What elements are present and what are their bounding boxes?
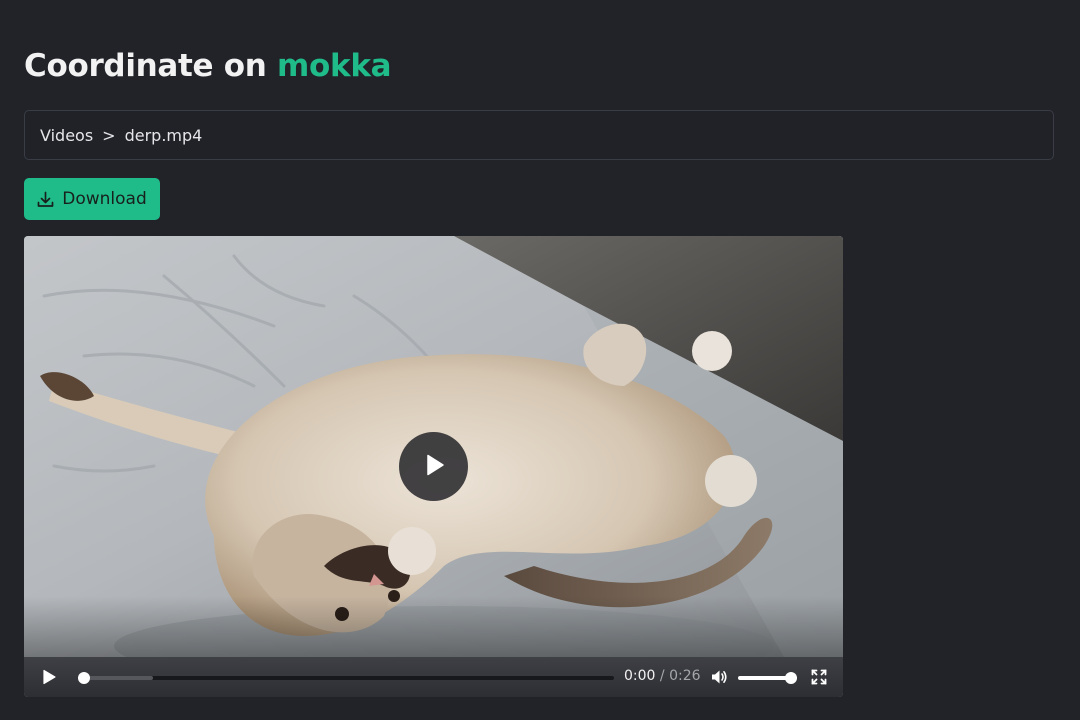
- volume-icon[interactable]: [710, 668, 728, 690]
- seek-thumb[interactable]: [78, 672, 90, 684]
- page-title: Coordinate on mokka: [24, 48, 392, 84]
- time-separator: /: [659, 668, 665, 684]
- brand-name: mokka: [277, 48, 392, 84]
- seek-bar[interactable]: [78, 672, 614, 684]
- volume-thumb[interactable]: [785, 672, 797, 684]
- breadcrumb-separator: >: [102, 125, 116, 145]
- current-time: 0:00: [624, 668, 656, 684]
- duration: 0:26: [669, 668, 701, 684]
- fullscreen-icon[interactable]: [811, 669, 827, 689]
- play-icon: [421, 452, 447, 482]
- video-controls: 0:00 / 0:26: [24, 657, 843, 697]
- download-icon: [37, 191, 54, 208]
- breadcrumb: Videos > derp.mp4: [24, 110, 1054, 160]
- time-display: 0:00 / 0:26: [624, 668, 701, 684]
- download-button-label: Download: [62, 189, 147, 209]
- page-title-prefix: Coordinate on: [24, 48, 267, 84]
- breadcrumb-item-current: derp.mp4: [124, 125, 203, 145]
- download-button[interactable]: Download: [24, 178, 160, 220]
- video-player[interactable]: 0:00 / 0:26: [24, 236, 843, 697]
- breadcrumb-item-videos[interactable]: Videos: [40, 126, 93, 145]
- big-play-button[interactable]: [399, 432, 468, 501]
- play-icon[interactable]: [41, 669, 57, 689]
- volume-slider[interactable]: [738, 672, 797, 684]
